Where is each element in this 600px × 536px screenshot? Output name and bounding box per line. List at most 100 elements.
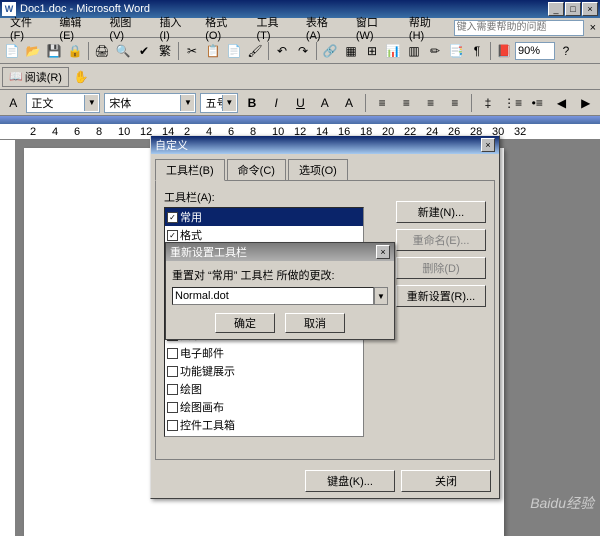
style-combo[interactable]: 正文▼ <box>26 93 100 113</box>
list-item[interactable]: 控件工具箱 <box>165 416 363 434</box>
watermark: Baidu经验 <box>530 493 594 513</box>
dialog-close-button[interactable]: × <box>481 138 495 152</box>
cancel-button[interactable]: 取消 <box>285 313 345 333</box>
numbering-button[interactable]: ⋮≡ <box>502 93 523 113</box>
close-button[interactable]: × <box>582 2 598 16</box>
list-item[interactable]: 绘图 <box>165 380 363 398</box>
zoom-combo[interactable]: 90% <box>515 42 555 60</box>
excel-icon[interactable]: 📊 <box>383 41 403 61</box>
dialog-titlebar[interactable]: 自定义 × <box>151 136 499 154</box>
save-icon[interactable]: 💾 <box>44 41 64 61</box>
reset-message: 重置对 “常用” 工具栏 所做的更改: <box>172 267 388 283</box>
chevron-down-icon[interactable]: ▼ <box>374 287 388 305</box>
list-item[interactable]: 功能键展示 <box>165 362 363 380</box>
minimize-button[interactable]: _ <box>548 2 564 16</box>
checkbox[interactable] <box>167 384 178 395</box>
drawing-icon[interactable]: ✏ <box>425 41 445 61</box>
tab-options[interactable]: 选项(O) <box>288 159 348 181</box>
print-icon[interactable]: 🖨 <box>92 41 112 61</box>
menu-format[interactable]: 格式(O) <box>199 12 248 44</box>
help-search-input[interactable] <box>454 20 584 36</box>
subdialog-close-button[interactable]: × <box>376 245 390 259</box>
hyperlink-icon[interactable]: 🔗 <box>320 41 340 61</box>
chevron-down-icon: ▼ <box>84 95 98 111</box>
checkbox[interactable] <box>167 348 178 359</box>
reading-button[interactable]: 📖 阅读(R) <box>2 67 69 87</box>
reset-toolbar-dialog: 重新设置工具栏 × 重置对 “常用” 工具栏 所做的更改: ▼ 确定 取消 <box>165 242 395 340</box>
menu-tools[interactable]: 工具(T) <box>250 12 297 44</box>
hand-icon[interactable]: ✋ <box>71 67 91 87</box>
menu-view[interactable]: 视图(V) <box>103 12 151 44</box>
align-left-button[interactable]: ≡ <box>372 93 392 113</box>
copy-icon[interactable]: 📋 <box>203 41 223 61</box>
doc-close-button[interactable]: × <box>590 22 596 34</box>
line-spacing-button[interactable]: ‡ <box>478 93 498 113</box>
close-dialog-button[interactable]: 关闭 <box>401 470 491 492</box>
menu-bar: 文件(F) 编辑(E) 视图(V) 插入(I) 格式(O) 工具(T) 表格(A… <box>0 18 600 38</box>
spellcheck-icon[interactable]: ✔ <box>134 41 154 61</box>
align-right-button[interactable]: ≡ <box>420 93 440 113</box>
permission-icon[interactable]: 🔒 <box>65 41 85 61</box>
italic-button[interactable]: I <box>266 93 286 113</box>
keyboard-button[interactable]: 键盘(K)... <box>305 470 395 492</box>
paste-icon[interactable]: 📄 <box>224 41 244 61</box>
tables-icon[interactable]: ▦ <box>341 41 361 61</box>
char-shading-button[interactable]: A <box>339 93 359 113</box>
chinese-icon[interactable]: 繁 <box>155 41 175 61</box>
list-item[interactable]: ✓常用 <box>165 208 363 226</box>
align-center-button[interactable]: ≡ <box>396 93 416 113</box>
maximize-button[interactable]: □ <box>565 2 581 16</box>
research-icon[interactable]: 📕 <box>494 41 514 61</box>
list-item[interactable]: 绘图画布 <box>165 398 363 416</box>
menu-table[interactable]: 表格(A) <box>300 12 348 44</box>
menu-file[interactable]: 文件(F) <box>4 12 51 44</box>
vertical-ruler[interactable] <box>0 140 16 536</box>
insert-table-icon[interactable]: ⊞ <box>362 41 382 61</box>
list-item[interactable]: 快捷菜单 <box>165 434 363 437</box>
new-toolbar-button[interactable]: 新建(N)... <box>396 201 486 223</box>
checkbox[interactable]: ✓ <box>167 230 178 241</box>
styles-pane-icon[interactable]: A <box>4 93 22 113</box>
decrease-indent-button[interactable]: ◀ <box>551 93 571 113</box>
undo-icon[interactable]: ↶ <box>272 41 292 61</box>
list-item-label: 功能键展示 <box>180 363 235 379</box>
chevron-down-icon: ▼ <box>180 95 194 111</box>
docmap-icon[interactable]: 📑 <box>446 41 466 61</box>
font-combo[interactable]: 宋体▼ <box>104 93 196 113</box>
border-char-button[interactable]: A <box>315 93 335 113</box>
increase-indent-button[interactable]: ▶ <box>576 93 596 113</box>
checkbox[interactable] <box>167 402 178 413</box>
formatting-toolbar: A 正文▼ 宋体▼ 五号▼ B I U A A ≡ ≡ ≡ ≡ ‡ ⋮≡ •≡ … <box>0 90 600 116</box>
subdialog-titlebar[interactable]: 重新设置工具栏 × <box>166 243 394 261</box>
reset-button[interactable]: 重新设置(R)... <box>396 285 486 307</box>
help-icon[interactable]: ? <box>556 41 576 61</box>
new-doc-icon[interactable]: 📄 <box>2 41 22 61</box>
list-item-label: 电子邮件 <box>180 345 224 361</box>
checkbox[interactable]: ✓ <box>167 212 178 223</box>
template-input[interactable] <box>172 287 374 305</box>
show-marks-icon[interactable]: ¶ <box>467 41 487 61</box>
underline-button[interactable]: U <box>290 93 310 113</box>
checkbox[interactable] <box>167 366 178 377</box>
tab-toolbars[interactable]: 工具栏(B) <box>155 159 225 181</box>
redo-icon[interactable]: ↷ <box>293 41 313 61</box>
ok-button[interactable]: 确定 <box>215 313 275 333</box>
bullets-button[interactable]: •≡ <box>527 93 547 113</box>
tab-commands[interactable]: 命令(C) <box>227 159 286 181</box>
size-combo[interactable]: 五号▼ <box>200 93 237 113</box>
format-painter-icon[interactable]: 🖌 <box>245 41 265 61</box>
columns-icon[interactable]: ▥ <box>404 41 424 61</box>
menu-help[interactable]: 帮助(H) <box>403 12 452 44</box>
list-item-label: 常用 <box>180 209 202 225</box>
menu-insert[interactable]: 插入(I) <box>153 12 197 44</box>
list-item[interactable]: 电子邮件 <box>165 344 363 362</box>
cut-icon[interactable]: ✂ <box>182 41 202 61</box>
menu-window[interactable]: 窗口(W) <box>350 12 401 44</box>
checkbox[interactable] <box>167 420 178 431</box>
bold-button[interactable]: B <box>242 93 262 113</box>
menu-edit[interactable]: 编辑(E) <box>53 12 101 44</box>
align-justify-button[interactable]: ≡ <box>445 93 465 113</box>
list-item-label: 绘图 <box>180 381 202 397</box>
preview-icon[interactable]: 🔍 <box>113 41 133 61</box>
open-icon[interactable]: 📂 <box>23 41 43 61</box>
